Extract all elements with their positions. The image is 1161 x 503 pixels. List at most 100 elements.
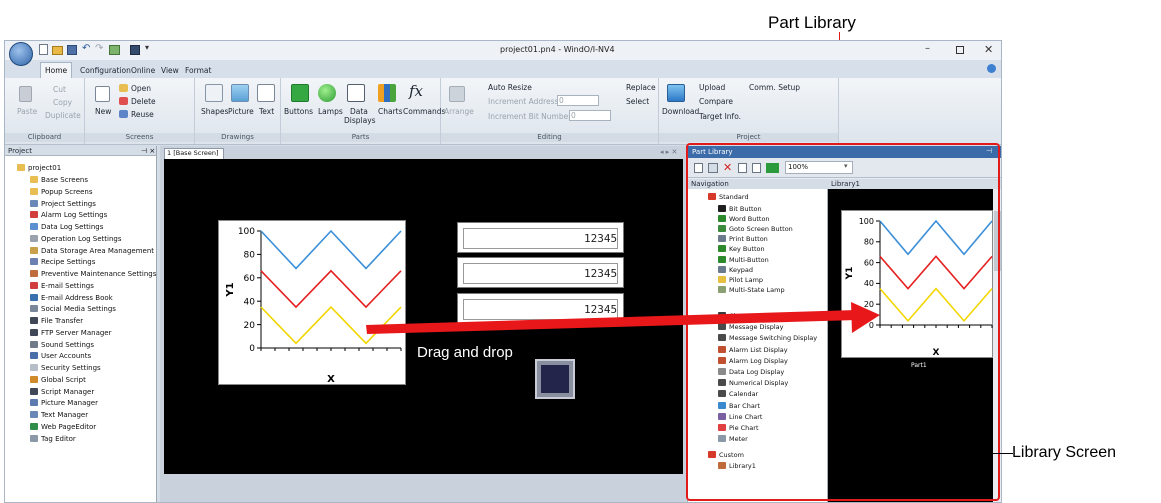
tab-view[interactable]: View bbox=[161, 67, 179, 75]
tree-item-icon bbox=[30, 258, 38, 266]
editor-area: 1 [Base Screen] ◂ ▸ ✕ 0 20 40 60 80 100 Y1 X 12… bbox=[160, 146, 686, 502]
shapes-icon[interactable] bbox=[205, 84, 223, 102]
select-button[interactable]: Select bbox=[626, 98, 649, 106]
tree-item[interactable]: E-mail Settings bbox=[41, 282, 94, 290]
editor-tab-nav-icon[interactable]: ◂ ▸ ✕ bbox=[660, 149, 677, 156]
charts-icon[interactable] bbox=[378, 84, 396, 102]
new-file-icon[interactable] bbox=[39, 44, 48, 55]
numeric-display-2-value: 12345 bbox=[584, 267, 618, 280]
commands-button[interactable]: Commands bbox=[403, 108, 445, 116]
comm-setup-button[interactable]: Comm. Setup bbox=[749, 84, 800, 92]
tab-online[interactable]: Online bbox=[131, 67, 155, 75]
charts-button[interactable]: Charts bbox=[378, 108, 403, 116]
project-pane-header: Project bbox=[5, 146, 156, 156]
delete-screen-button[interactable]: Delete bbox=[131, 98, 156, 106]
tree-item[interactable]: Preventive Maintenance Settings bbox=[41, 270, 156, 278]
target-info-button[interactable]: Target Info. bbox=[699, 113, 741, 121]
tree-item[interactable]: Picture Manager bbox=[41, 399, 98, 407]
arrange-button[interactable]: Arrange bbox=[444, 108, 474, 116]
line-chart-part[interactable]: 0 20 40 60 80 100 Y1 X bbox=[218, 220, 406, 385]
tree-item[interactable]: Social Media Settings bbox=[41, 305, 116, 313]
tree-item[interactable]: Popup Screens bbox=[41, 188, 93, 196]
compare-button[interactable]: Compare bbox=[699, 98, 733, 106]
close-button[interactable]: ✕ bbox=[984, 44, 993, 55]
tree-item[interactable]: Sound Settings bbox=[41, 341, 94, 349]
open-folder-icon[interactable] bbox=[52, 46, 63, 55]
tree-root[interactable]: project01 bbox=[28, 164, 61, 172]
tree-item-icon bbox=[30, 411, 38, 418]
download-button[interactable]: Download bbox=[662, 108, 699, 116]
tree-item[interactable]: Text Manager bbox=[41, 411, 88, 419]
shapes-button[interactable]: Shapes bbox=[201, 108, 228, 116]
download-icon[interactable] bbox=[667, 84, 685, 102]
y-tick-label: 40 bbox=[244, 297, 256, 307]
tree-item[interactable]: Tag Editor bbox=[41, 435, 76, 443]
text-icon[interactable] bbox=[257, 84, 275, 102]
redo-icon[interactable]: ↷ bbox=[95, 44, 103, 54]
lamps-icon[interactable] bbox=[318, 84, 336, 102]
open-screen-icon bbox=[119, 84, 128, 92]
drag-and-drop-annotation: Drag and drop bbox=[417, 344, 513, 361]
tree-item[interactable]: Global Script bbox=[41, 376, 86, 384]
picture-button[interactable]: Picture bbox=[228, 108, 254, 116]
upload-button[interactable]: Upload bbox=[699, 84, 725, 92]
series-line bbox=[260, 229, 402, 270]
undo-icon[interactable]: ↶ bbox=[82, 44, 90, 54]
tree-item[interactable]: Data Storage Area Management bbox=[41, 247, 154, 255]
minimize-button[interactable]: – bbox=[925, 44, 930, 54]
buttons-icon[interactable] bbox=[291, 84, 309, 102]
project-pane-pin-icon[interactable]: ⊣ × bbox=[141, 148, 155, 155]
screens-group: New Open Delete Reuse Screens bbox=[85, 78, 195, 144]
part-library-highlight bbox=[686, 143, 1000, 501]
tree-item[interactable]: FTP Server Manager bbox=[41, 329, 112, 337]
duplicate-button[interactable]: Duplicate bbox=[45, 112, 81, 120]
tree-item[interactable]: Recipe Settings bbox=[41, 258, 95, 266]
lamp-part[interactable] bbox=[535, 359, 575, 399]
tree-item[interactable]: Security Settings bbox=[41, 364, 101, 372]
arrange-icon[interactable] bbox=[449, 86, 465, 102]
data-displays-button[interactable]: Data bbox=[350, 108, 368, 116]
cut-button[interactable]: Cut bbox=[53, 86, 66, 94]
open-screen-button[interactable]: Open bbox=[131, 85, 151, 93]
reuse-screen-icon bbox=[119, 110, 128, 118]
tree-item[interactable]: Base Screens bbox=[41, 176, 88, 184]
monitor-icon[interactable] bbox=[130, 45, 140, 55]
tree-item-icon bbox=[30, 211, 38, 219]
base-screen-canvas[interactable]: 0 20 40 60 80 100 Y1 X 12345 12345 12345 bbox=[164, 159, 683, 474]
tree-item[interactable]: File Transfer bbox=[41, 317, 83, 325]
reuse-screen-button[interactable]: Reuse bbox=[131, 111, 154, 119]
lamps-button[interactable]: Lamps bbox=[318, 108, 343, 116]
picture-icon[interactable] bbox=[231, 84, 249, 102]
title-bar: ↶ ↷ ▾ project01.pn4 - WindO/I-NV4 – ✕ bbox=[5, 41, 1001, 66]
tree-item[interactable]: Project Settings bbox=[41, 200, 96, 208]
tree-item[interactable]: E-mail Address Book bbox=[41, 294, 113, 302]
tree-item[interactable]: Alarm Log Settings bbox=[41, 211, 107, 219]
paste-icon[interactable] bbox=[19, 86, 32, 102]
new-screen-icon[interactable] bbox=[95, 86, 110, 102]
auto-resize-button[interactable]: Auto Resize bbox=[488, 84, 532, 92]
tree-item[interactable]: User Accounts bbox=[41, 352, 91, 360]
tree-item[interactable]: Data Log Settings bbox=[41, 223, 103, 231]
text-button[interactable]: Text bbox=[259, 108, 274, 116]
app-menu-button[interactable] bbox=[9, 42, 33, 66]
tab-home-label: Home bbox=[45, 66, 68, 75]
copy-button[interactable]: Copy bbox=[53, 99, 72, 107]
qat-dropdown-icon[interactable]: ▾ bbox=[145, 44, 149, 52]
commands-icon[interactable]: fx bbox=[409, 84, 423, 99]
maximize-button[interactable] bbox=[956, 46, 964, 54]
screen-icon[interactable] bbox=[109, 45, 120, 55]
tab-format[interactable]: Format bbox=[185, 67, 211, 75]
help-icon[interactable] bbox=[987, 64, 996, 73]
data-displays-icon[interactable] bbox=[347, 84, 365, 102]
tree-item-icon bbox=[30, 305, 38, 313]
tree-item[interactable]: Script Manager bbox=[41, 388, 94, 396]
tree-root-icon bbox=[17, 164, 25, 171]
save-icon[interactable] bbox=[67, 45, 77, 55]
tab-configuration[interactable]: Configuration bbox=[80, 67, 131, 75]
tree-item[interactable]: Web PageEditor bbox=[41, 423, 96, 431]
replace-button[interactable]: Replace bbox=[626, 84, 656, 92]
buttons-button[interactable]: Buttons bbox=[284, 108, 313, 116]
numeric-display-3-value: 12345 bbox=[584, 303, 618, 316]
tree-item[interactable]: Operation Log Settings bbox=[41, 235, 122, 243]
tree-item-icon bbox=[30, 364, 38, 371]
